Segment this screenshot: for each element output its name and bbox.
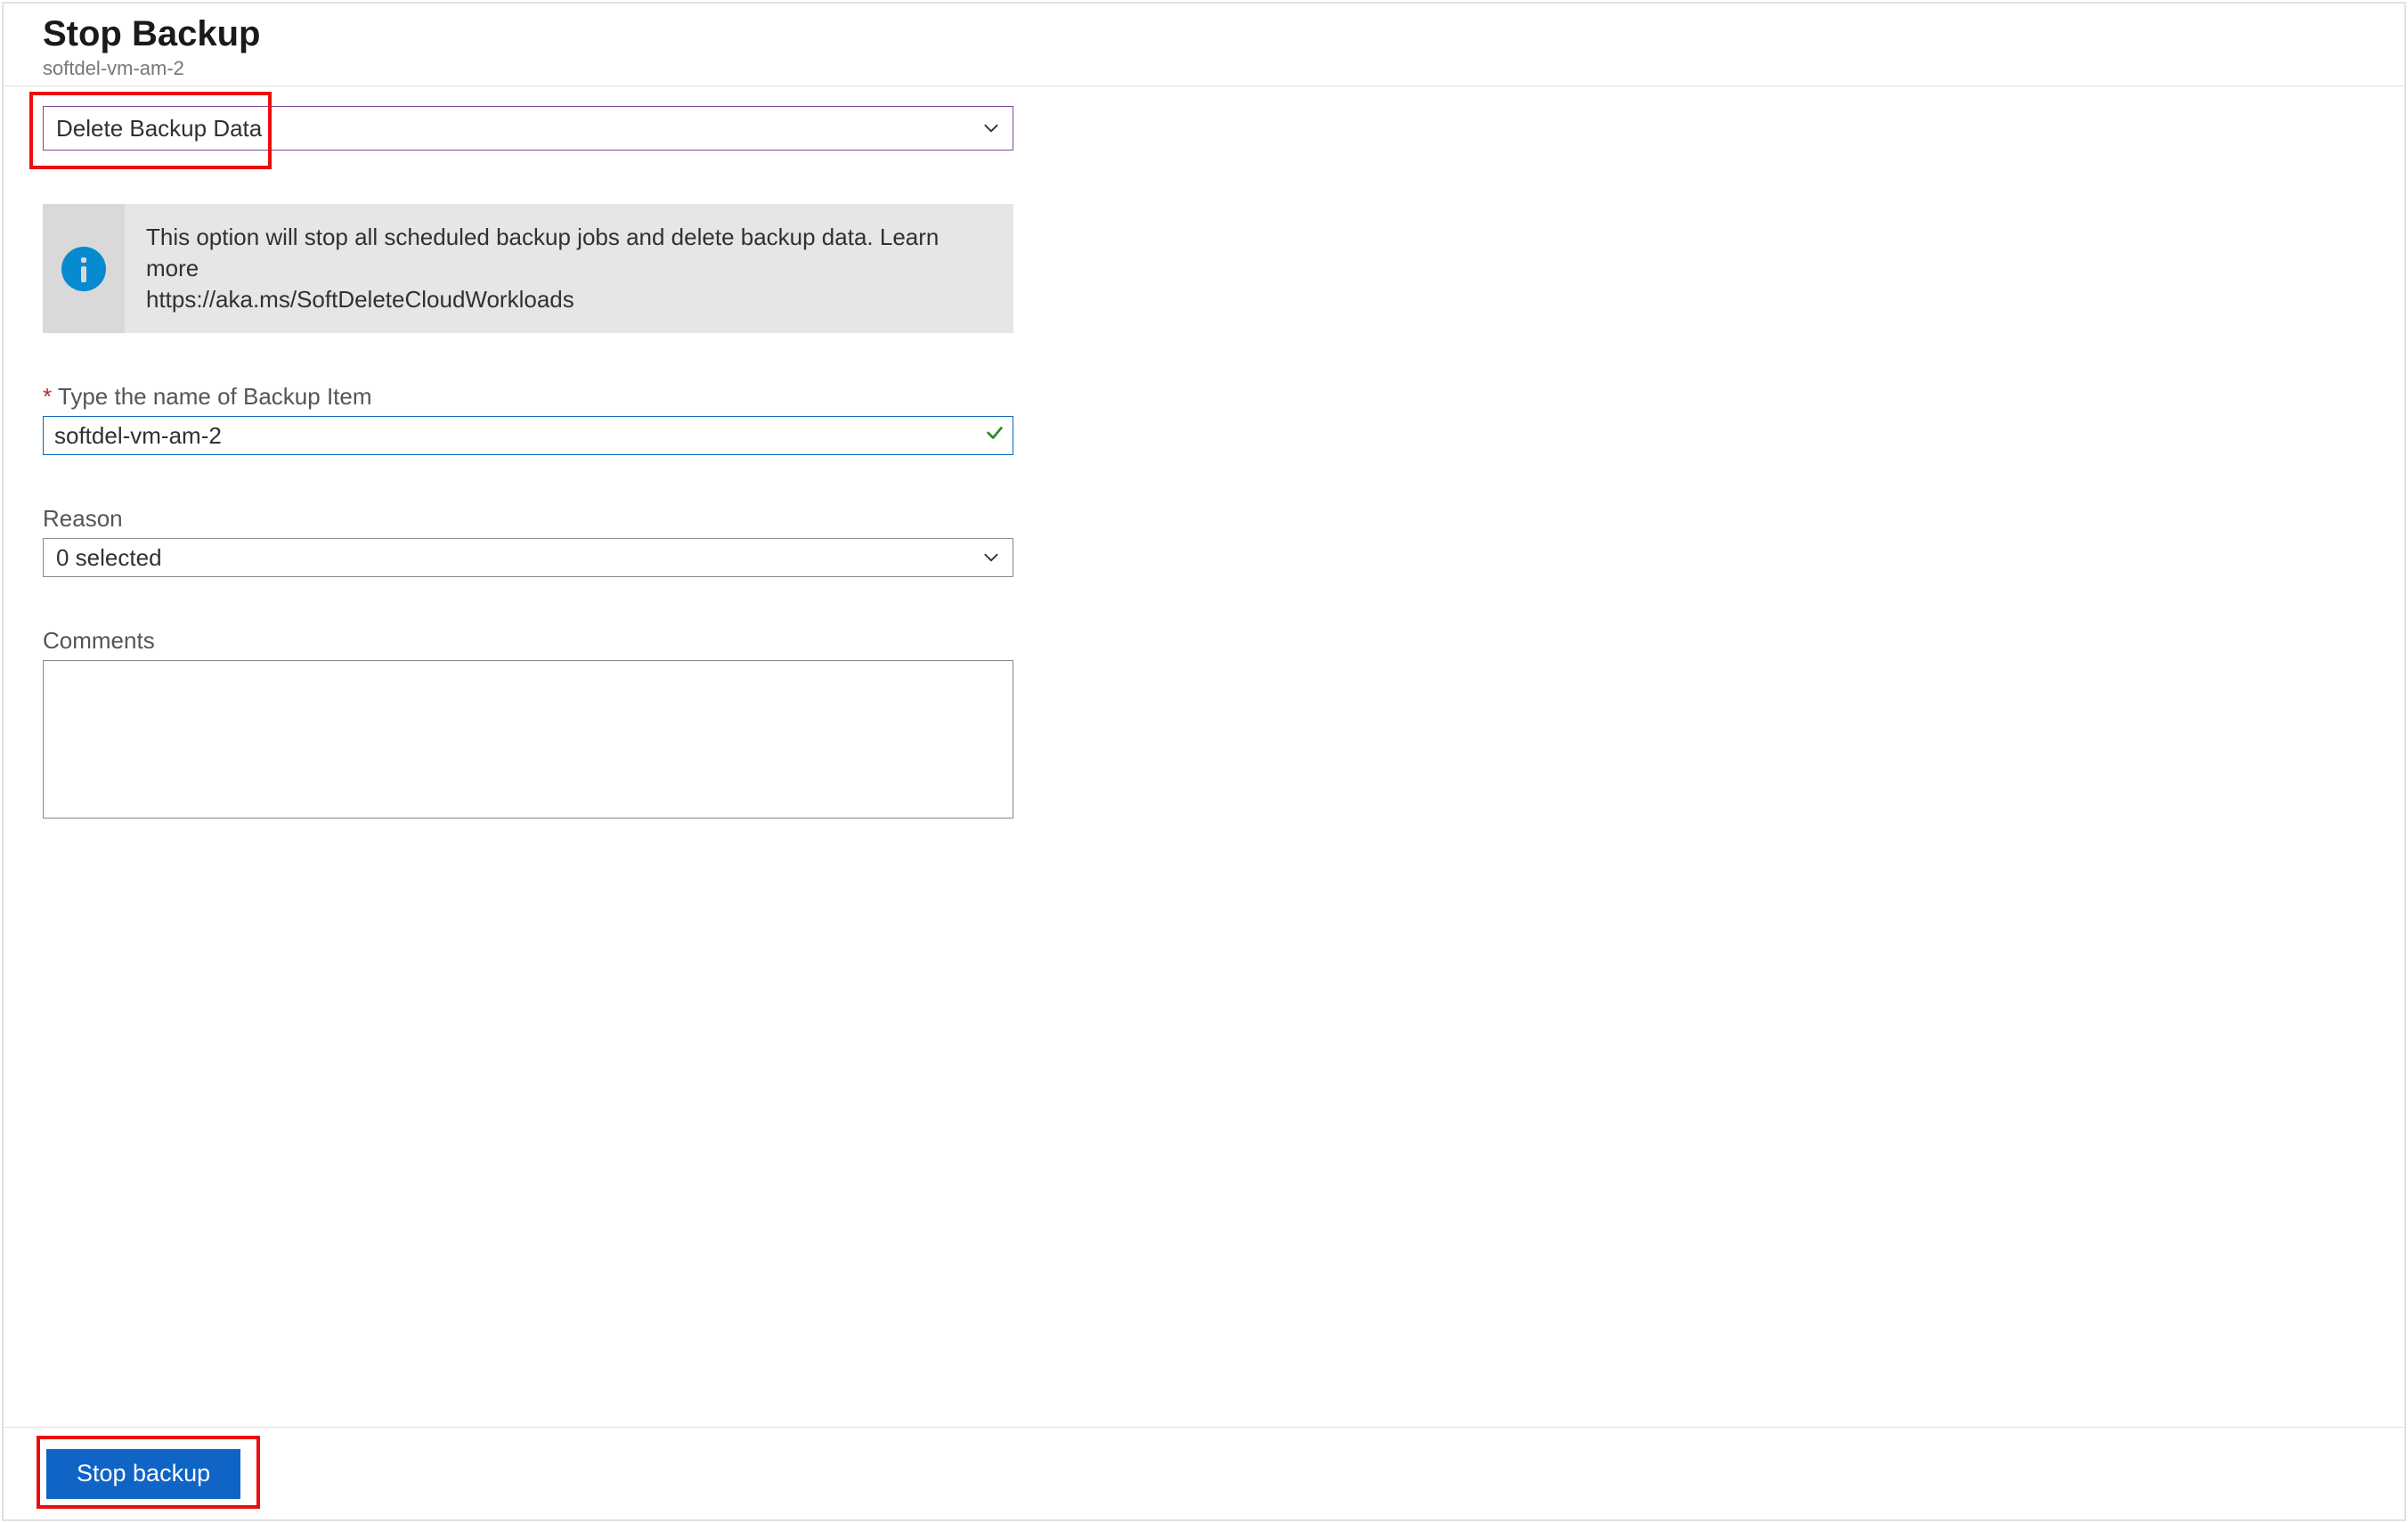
reason-dropdown[interactable]: 0 selected bbox=[43, 538, 1013, 577]
info-banner: This option will stop all scheduled back… bbox=[43, 204, 1013, 333]
info-icon-wrap bbox=[43, 204, 125, 333]
panel-footer: Stop backup bbox=[4, 1427, 2404, 1519]
backup-item-name-label: Type the name of Backup Item bbox=[43, 383, 1013, 411]
comments-label: Comments bbox=[43, 627, 1013, 655]
chevron-down-icon bbox=[982, 549, 1000, 566]
reason-dropdown-value: 0 selected bbox=[56, 544, 162, 572]
reason-label: Reason bbox=[43, 505, 1013, 533]
info-icon bbox=[60, 245, 108, 293]
comments-input[interactable] bbox=[43, 660, 1013, 819]
backup-item-name-input[interactable] bbox=[43, 416, 1013, 455]
panel-header: Stop Backup softdel-vm-am-2 bbox=[4, 4, 2404, 86]
action-dropdown[interactable]: Delete Backup Data bbox=[43, 106, 1013, 151]
chevron-down-icon bbox=[982, 119, 1000, 137]
page-title: Stop Backup bbox=[43, 12, 2365, 55]
action-dropdown-value: Delete Backup Data bbox=[56, 115, 262, 143]
check-icon bbox=[985, 423, 1005, 443]
info-message: This option will stop all scheduled back… bbox=[146, 224, 939, 281]
stop-backup-button[interactable]: Stop backup bbox=[46, 1449, 240, 1499]
info-text: This option will stop all scheduled back… bbox=[125, 204, 1013, 333]
page-subtitle: softdel-vm-am-2 bbox=[43, 57, 2365, 80]
info-link[interactable]: https://aka.ms/SoftDeleteCloudWorkloads bbox=[146, 286, 574, 313]
